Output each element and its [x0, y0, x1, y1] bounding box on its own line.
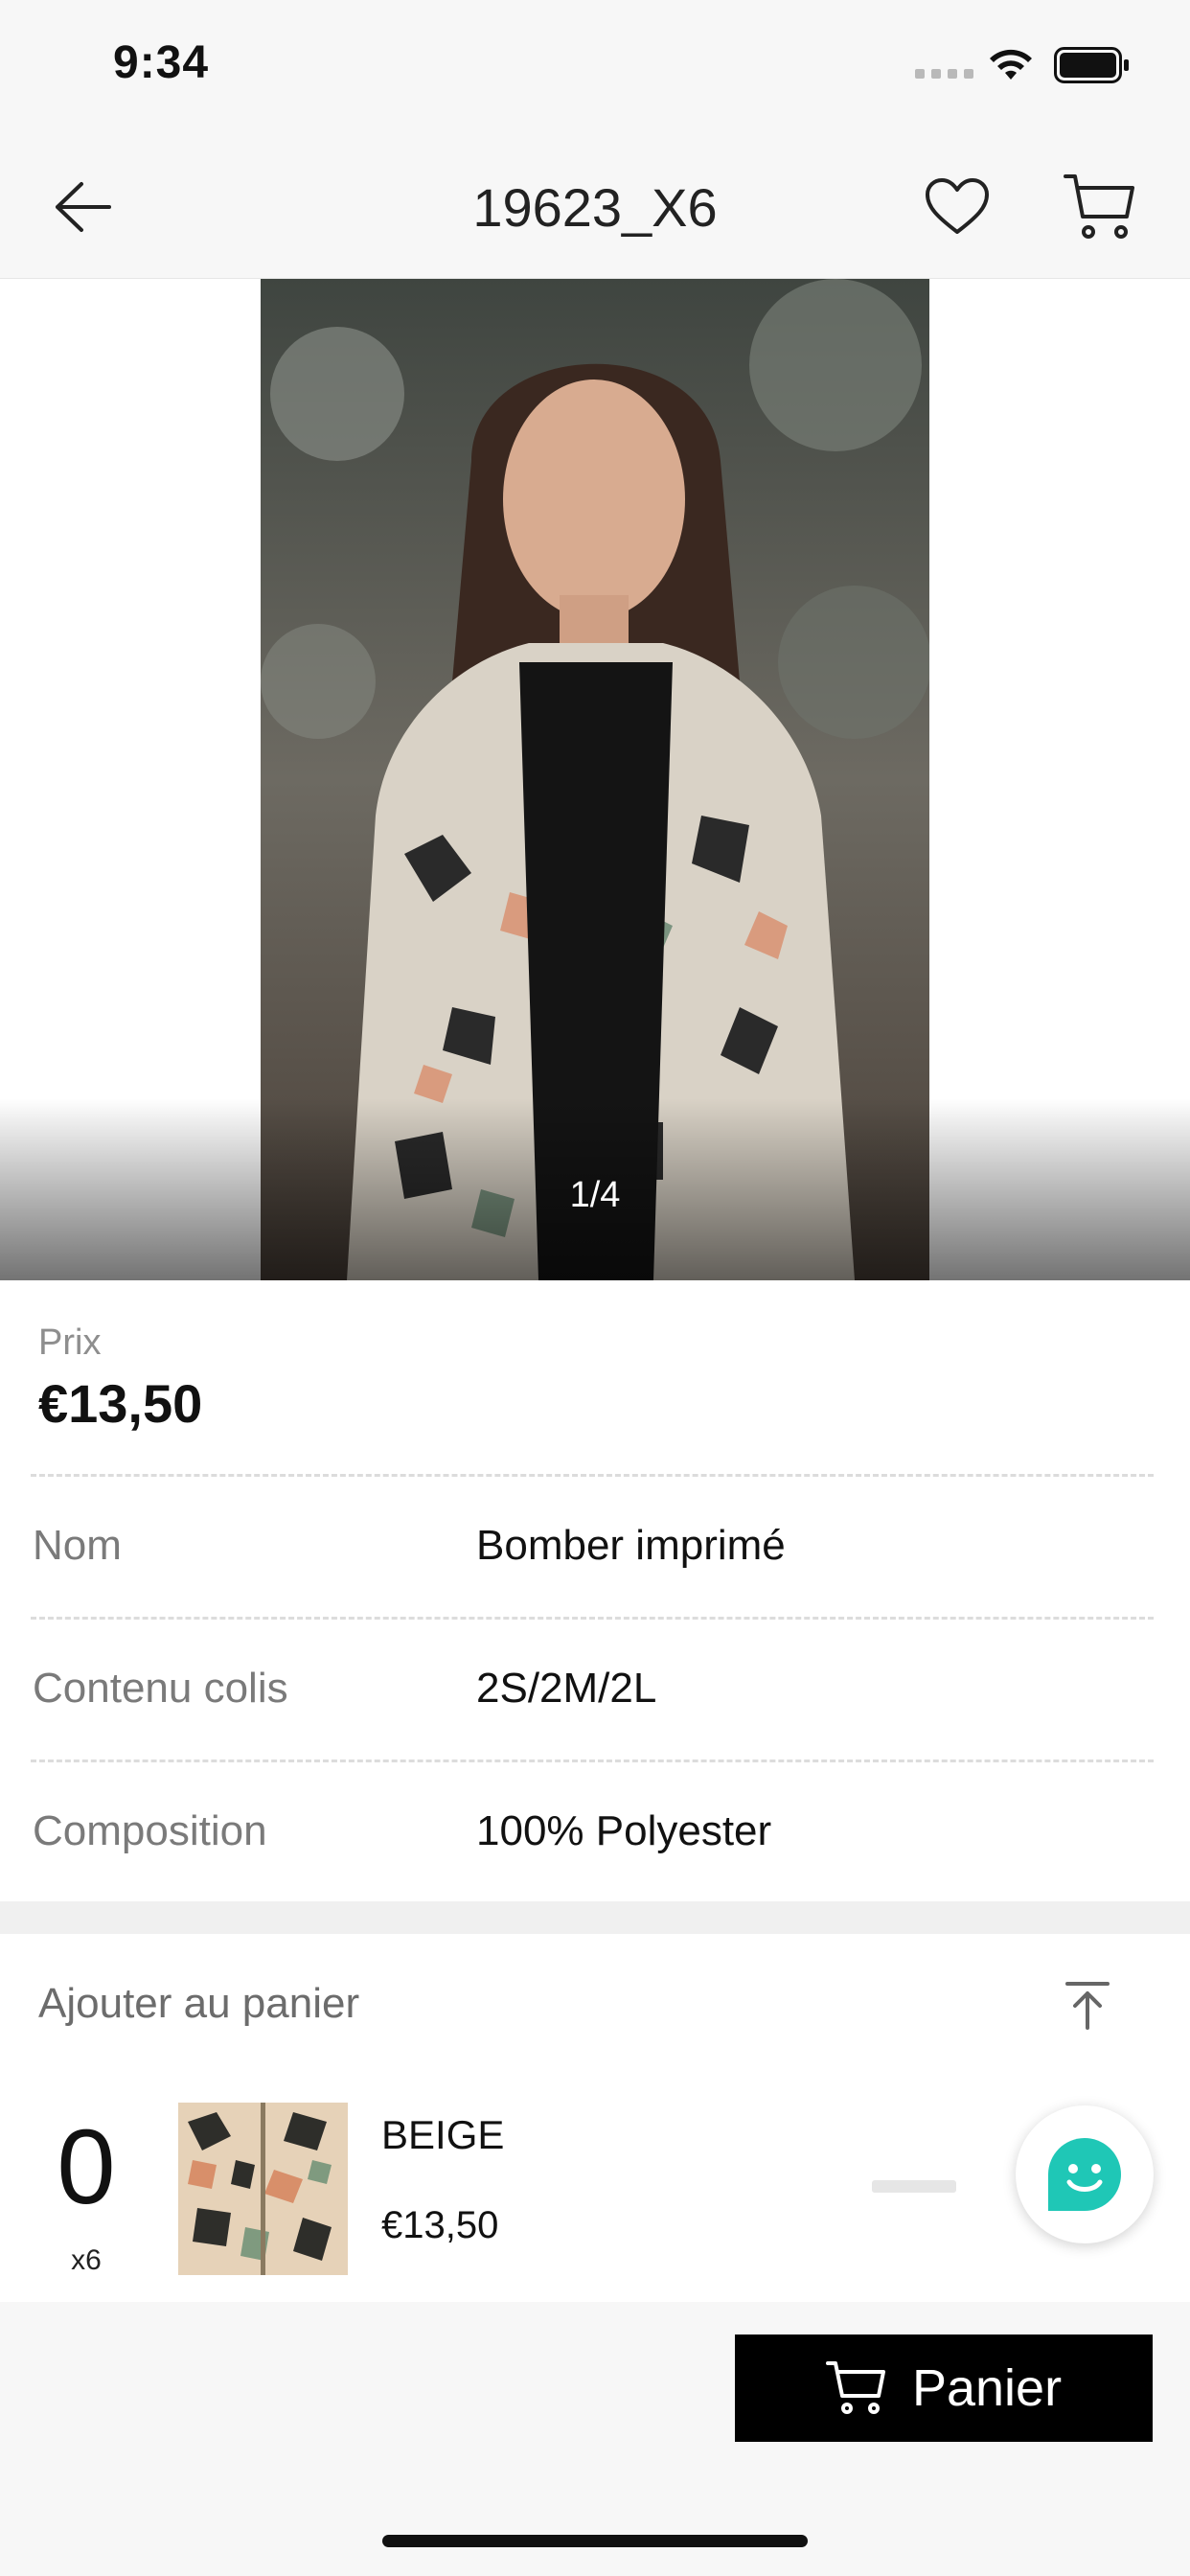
price-value: €13,50: [38, 1373, 203, 1434]
cart-button[interactable]: Panier: [735, 2334, 1153, 2442]
name-label: Nom: [33, 1522, 122, 1569]
product-reference-title: 19623_X6: [472, 177, 718, 238]
divider: [31, 1760, 1154, 1762]
divider: [31, 1474, 1154, 1477]
cart-button-label: Panier: [911, 2359, 1063, 2417]
composition-label: Composition: [33, 1807, 267, 1854]
divider: [31, 1617, 1154, 1620]
package-content-value: 2S/2M/2L: [476, 1665, 657, 1712]
package-content-label: Contenu colis: [33, 1665, 288, 1712]
quantity-value: 0: [57, 2108, 116, 2226]
signal-icon: [915, 69, 973, 79]
variant-color: BEIGE: [381, 2112, 505, 2157]
status-time: 9:34: [113, 37, 210, 88]
smiley-chat-icon: [1048, 2138, 1121, 2211]
name-value: Bomber imprimé: [476, 1522, 786, 1569]
pack-size: x6: [71, 2244, 102, 2276]
variant-price: €13,50: [381, 2204, 499, 2246]
section-separator: [0, 1901, 1190, 1934]
variant-thumbnail: [178, 2103, 348, 2275]
wifi-icon: [990, 49, 1032, 80]
battery-icon: [1054, 47, 1129, 83]
cart-icon: [825, 2361, 885, 2414]
price-label: Prix: [38, 1322, 102, 1363]
heart-icon[interactable]: [924, 176, 991, 238]
chat-support-button[interactable]: [1016, 2105, 1154, 2243]
scroll-to-top-icon[interactable]: [1062, 1980, 1113, 2032]
home-indicator: [382, 2535, 808, 2547]
image-counter: 1/4: [569, 1175, 621, 1215]
product-gallery[interactable]: 1/4: [0, 279, 1190, 1280]
add-to-cart-title: Ajouter au panier: [38, 1980, 360, 2027]
cart-icon[interactable]: [1064, 171, 1136, 243]
composition-value: 100% Polyester: [476, 1807, 772, 1854]
decrease-quantity-button[interactable]: [872, 2180, 956, 2193]
